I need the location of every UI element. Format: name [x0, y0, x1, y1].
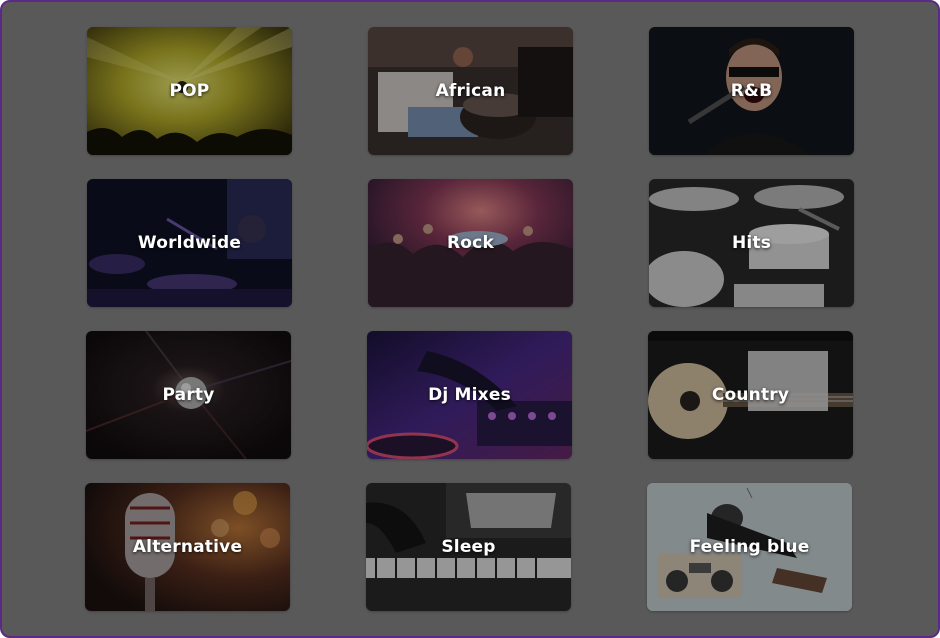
genre-label: Feeling blue — [689, 537, 810, 557]
genre-tile-worldwide[interactable]: Worldwide — [87, 179, 292, 307]
genre-label: Sleep — [441, 537, 496, 557]
genre-tile-pop[interactable]: POP — [87, 27, 292, 155]
genre-tile-country[interactable]: Country — [648, 331, 853, 459]
genre-label: POP — [169, 81, 210, 101]
genre-tile-sleep[interactable]: Sleep — [366, 483, 571, 611]
genre-tile-rnb[interactable]: R&B — [649, 27, 854, 155]
genre-tile-party[interactable]: Party — [86, 331, 291, 459]
genre-tile-rock[interactable]: Rock — [368, 179, 573, 307]
genre-browser-panel: POP African R&B Worldwide Rock Hits Part… — [0, 0, 940, 638]
genre-tile-alternative[interactable]: Alternative — [85, 483, 290, 611]
genre-label: African — [435, 81, 506, 101]
genre-label: Party — [162, 385, 215, 405]
genre-label: R&B — [730, 81, 773, 101]
genre-tile-feeling-blue[interactable]: Feeling blue — [647, 483, 852, 611]
genre-label: Country — [711, 385, 790, 405]
genre-label: Worldwide — [137, 233, 242, 253]
genre-tile-dj-mixes[interactable]: Dj Mixes — [367, 331, 572, 459]
genre-grid: POP African R&B Worldwide Rock Hits Part… — [2, 2, 938, 636]
genre-label: Alternative — [132, 537, 243, 557]
genre-label: Dj Mixes — [428, 385, 511, 405]
genre-label: Hits — [731, 233, 772, 253]
genre-tile-african[interactable]: African — [368, 27, 573, 155]
genre-tile-hits[interactable]: Hits — [649, 179, 854, 307]
genre-label: Rock — [447, 233, 494, 253]
